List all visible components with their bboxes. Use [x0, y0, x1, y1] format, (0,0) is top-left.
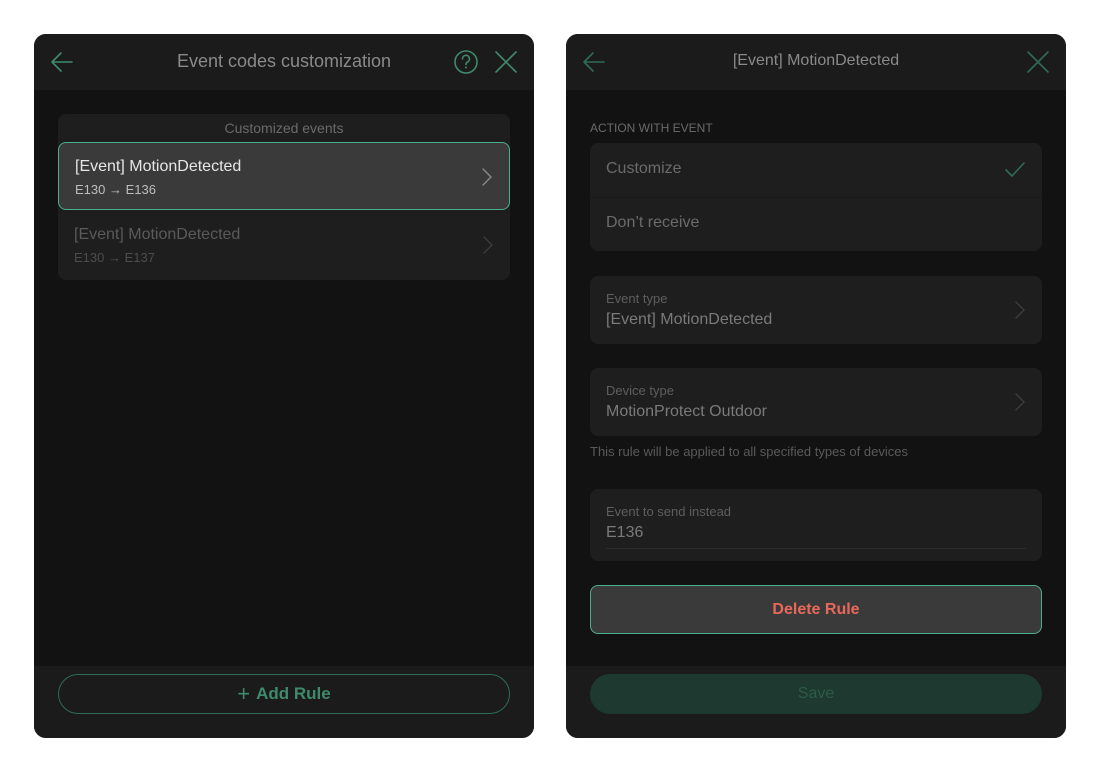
field-label: Event to send instead: [606, 504, 732, 519]
option-label: Don’t receive: [606, 214, 700, 231]
help-button[interactable]: [452, 48, 480, 76]
add-rule-label: Add Rule: [256, 684, 331, 703]
event-codes-panel: Event codes customization Customized eve…: [34, 34, 534, 738]
option-label: Customize: [606, 160, 682, 177]
close-icon: [1027, 51, 1049, 73]
rule-item[interactable]: [Event] MotionDetected E130 → E137: [58, 211, 510, 279]
rule-name: [Event] MotionDetected: [74, 226, 241, 243]
rule-codes: E130 → E136: [75, 182, 156, 197]
rule-codes: E130 → E137: [74, 250, 155, 265]
page-title: [Event] MotionDetected: [732, 52, 900, 69]
close-button[interactable]: [492, 48, 520, 76]
send-instead-field[interactable]: Event to send instead E136: [590, 489, 1042, 561]
field-label: Event type: [606, 291, 668, 306]
chevron-right-icon: [481, 167, 493, 187]
header: [Event] MotionDetected: [566, 34, 1066, 90]
field-value: [Event] MotionDetected: [606, 311, 773, 328]
device-type-field[interactable]: Device type MotionProtect Outdoor: [590, 368, 1042, 436]
input-underline: [606, 548, 1026, 549]
plus-icon: +: [237, 681, 251, 706]
chevron-right-icon: [1014, 300, 1026, 320]
field-value: MotionProtect Outdoor: [606, 403, 767, 420]
rule-item[interactable]: [Event] MotionDetected E130 → E136: [58, 142, 510, 210]
footer: + Add Rule: [34, 666, 534, 738]
option-customize[interactable]: Customize: [590, 143, 1042, 198]
option-dont-receive[interactable]: Don’t receive: [590, 197, 1042, 251]
close-button[interactable]: [1024, 48, 1052, 76]
save-button[interactable]: Save: [590, 674, 1042, 714]
close-icon: [495, 51, 517, 73]
section-title: Customized events: [224, 120, 344, 136]
event-type-field[interactable]: Event type [Event] MotionDetected: [590, 276, 1042, 344]
rule-detail-panel: [Event] MotionDetected ACTION WITH EVENT…: [566, 34, 1066, 738]
field-value: E136: [606, 524, 644, 541]
action-options: Customize Don’t receive: [590, 143, 1042, 251]
device-type-hint: This rule will be applied to all specifi…: [590, 444, 908, 459]
check-icon: [1004, 159, 1026, 181]
field-label: Device type: [606, 383, 674, 398]
help-circle-icon: [454, 50, 478, 74]
chevron-right-icon: [1014, 392, 1026, 412]
header: Event codes customization: [34, 34, 534, 90]
action-caption: ACTION WITH EVENT: [590, 121, 713, 135]
delete-rule-button[interactable]: Delete Rule: [590, 585, 1042, 634]
footer: Save: [566, 666, 1066, 738]
rule-name: [Event] MotionDetected: [75, 158, 242, 175]
add-rule-button[interactable]: + Add Rule: [58, 674, 510, 714]
chevron-right-icon: [482, 235, 494, 255]
